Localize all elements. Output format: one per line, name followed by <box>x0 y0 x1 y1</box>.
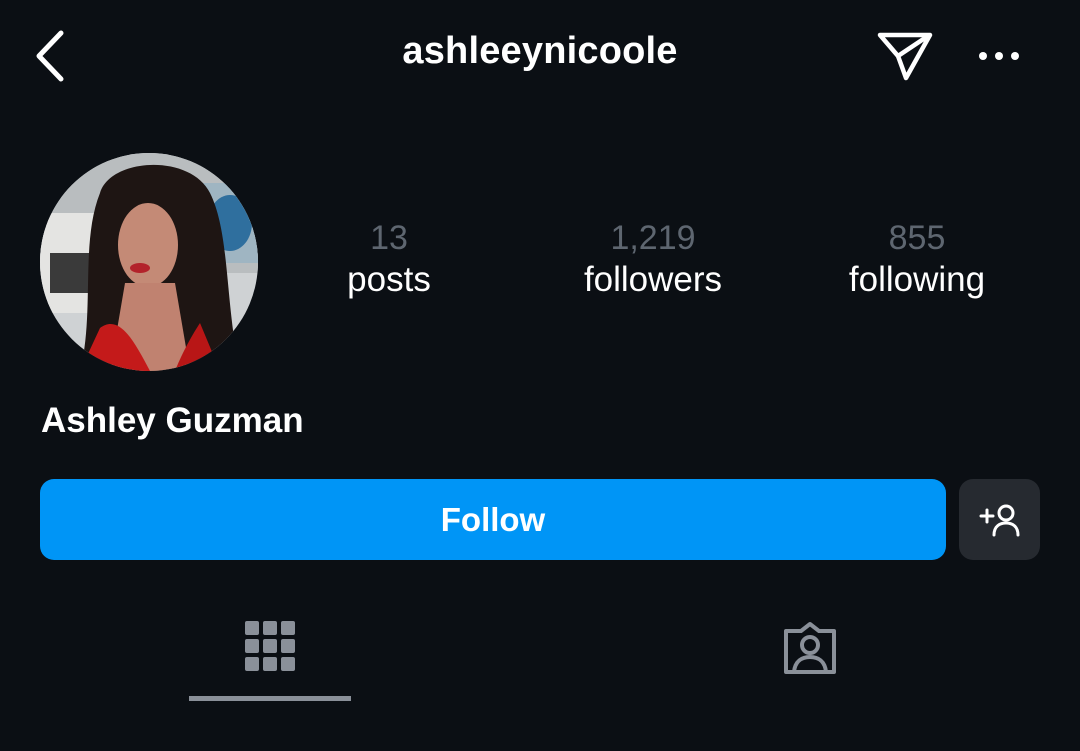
add-person-icon <box>979 504 1019 536</box>
stat-following[interactable]: 855 following <box>807 218 1027 302</box>
ellipsis-icon <box>979 52 1019 60</box>
tagged-person-icon <box>784 622 836 674</box>
tab-posts-grid[interactable] <box>0 600 540 700</box>
send-message-button[interactable] <box>872 26 938 86</box>
avatar-photo <box>40 153 258 371</box>
suggested-accounts-button[interactable] <box>959 479 1040 560</box>
following-label: following <box>848 260 986 299</box>
follow-button[interactable]: Follow <box>40 479 946 560</box>
active-tab-indicator <box>189 696 351 701</box>
posts-count: 13 <box>370 219 408 257</box>
stat-posts[interactable]: 13 posts <box>279 218 499 302</box>
following-count: 855 <box>888 219 946 257</box>
more-options-button[interactable] <box>970 34 1028 78</box>
posts-label: posts <box>347 260 431 299</box>
followers-label: followers <box>583 260 723 299</box>
paper-plane-icon <box>877 32 933 81</box>
grid-icon <box>245 621 295 671</box>
tab-tagged[interactable] <box>540 600 1080 700</box>
stat-followers[interactable]: 1,219 followers <box>543 218 763 302</box>
followers-count: 1,219 <box>610 219 696 257</box>
profile-display-name: Ashley Guzman <box>41 401 304 440</box>
profile-screen: ashleeynicoole 13 posts 1,219 followers … <box>0 0 1080 751</box>
profile-avatar[interactable] <box>40 153 258 371</box>
